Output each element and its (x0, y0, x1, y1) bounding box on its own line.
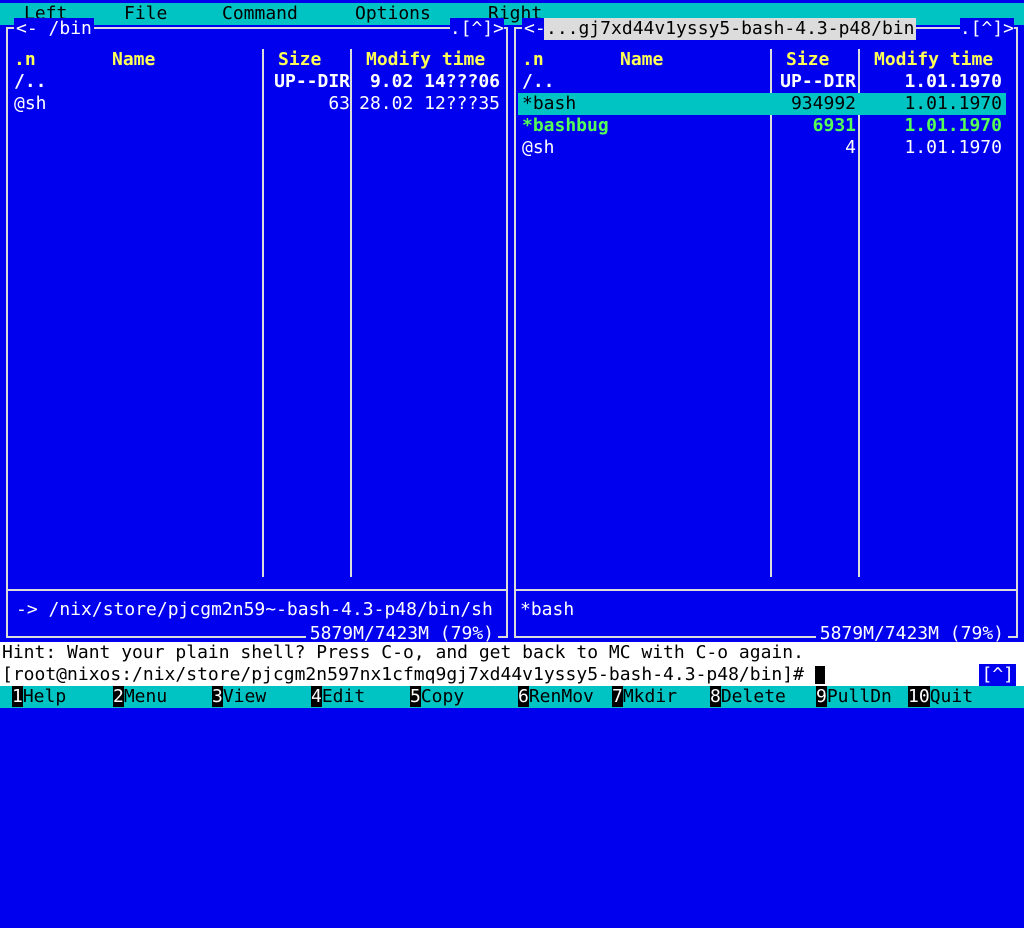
fkey-edit[interactable]: 4Edit (311, 686, 365, 708)
left-panel-title[interactable]: <- /bin (14, 18, 94, 40)
function-key-bar: 1Help 2Menu 3View 4Edit 5Copy 6RenMov 7M… (0, 686, 1024, 708)
right-file-row-sh[interactable]: @sh 4 1.01.1970 (518, 137, 1012, 159)
file-size: 4 (845, 137, 856, 158)
right-sort-indicator[interactable]: .n (522, 49, 544, 71)
file-name: @sh (14, 93, 47, 114)
file-mtime: 28.02 12???35 (359, 93, 500, 114)
right-header-mtime[interactable]: Modify time (874, 49, 993, 71)
left-column-divider-1 (262, 49, 264, 577)
file-mtime: 1.01.1970 (904, 93, 1002, 114)
right-status-divider (516, 589, 1016, 591)
file-mtime: 9.02 14???06 (369, 71, 500, 92)
fkey-help[interactable]: 1Help (12, 686, 66, 708)
right-header-name[interactable]: Name (620, 49, 663, 71)
fkey-renmov[interactable]: 6RenMov (518, 686, 594, 708)
file-size: UP--DIR (274, 71, 350, 92)
fkey-view[interactable]: 3View (212, 686, 266, 708)
left-header-size[interactable]: Size (278, 49, 321, 71)
fkey-delete[interactable]: 8Delete (710, 686, 786, 708)
menu-options[interactable]: Options (355, 3, 431, 25)
left-sort-indicator[interactable]: .n (14, 49, 36, 71)
file-size: 934992 (790, 93, 856, 114)
file-name: /.. (14, 71, 47, 92)
left-panel-corner-controls[interactable]: .[^]> (449, 18, 504, 40)
command-history-button[interactable]: [^] (979, 664, 1016, 686)
text-cursor (814, 666, 825, 684)
file-name: *bash (522, 93, 577, 114)
right-panel-corner-controls[interactable]: .[^]> (959, 18, 1014, 40)
file-size: 63 (328, 93, 350, 114)
shell-prompt: [root@nixos:/nix/store/pjcgm2n597nx1cfmq… (2, 664, 804, 685)
file-name: *bashbug (522, 115, 609, 136)
left-file-row-updir[interactable]: /.. UP--DIR 9.02 14???06 (10, 71, 504, 93)
right-file-row-updir[interactable]: /.. UP--DIR 1.01.1970 (518, 71, 1012, 93)
fkey-copy[interactable]: 5Copy (410, 686, 464, 708)
left-status-divider (8, 589, 506, 591)
right-panel-status: *bash (520, 599, 575, 620)
right-file-row-bashbug[interactable]: *bashbug 6931 1.01.1970 (518, 115, 1012, 137)
menu-file[interactable]: File (124, 3, 167, 25)
right-file-row-bash-selected[interactable]: *bash 934992 1.01.1970 (518, 93, 1006, 115)
fkey-menu[interactable]: 2Menu (113, 686, 167, 708)
fkey-quit[interactable]: 10Quit (908, 686, 973, 708)
left-panel-status: -> /nix/store/pjcgm2n59~-bash-4.3-p48/bi… (16, 599, 493, 620)
file-mtime: 1.01.1970 (904, 71, 1002, 92)
file-size: UP--DIR (780, 71, 856, 92)
left-file-row-sh[interactable]: @sh 63 28.02 12???35 (10, 93, 504, 115)
left-header-name[interactable]: Name (112, 49, 155, 71)
fkey-pulldn[interactable]: 9PullDn (816, 686, 892, 708)
left-column-divider-2 (350, 49, 352, 577)
left-header-mtime[interactable]: Modify time (366, 49, 485, 71)
right-panel-title[interactable]: ...gj7xd44v1yssy5-bash-4.3-p48/bin (544, 18, 917, 40)
file-mtime: 1.01.1970 (904, 137, 1002, 158)
file-size: 6931 (812, 115, 856, 136)
command-line[interactable]: [root@nixos:/nix/store/pjcgm2n597nx1cfmq… (0, 664, 1024, 686)
menu-command[interactable]: Command (222, 3, 298, 25)
file-mtime: 1.01.1970 (904, 115, 1002, 136)
fkey-mkdir[interactable]: 7Mkdir (612, 686, 677, 708)
left-panel[interactable]: <- /bin .[^]> .n Name Size Modify time /… (6, 18, 508, 645)
right-header-size[interactable]: Size (786, 49, 829, 71)
file-name: @sh (522, 137, 555, 158)
right-panel[interactable]: <- ...gj7xd44v1yssy5-bash-4.3-p48/bin .[… (514, 18, 1018, 645)
file-name: /.. (522, 71, 555, 92)
hint-line: Hint: Want your plain shell? Press C-o, … (0, 642, 1024, 664)
